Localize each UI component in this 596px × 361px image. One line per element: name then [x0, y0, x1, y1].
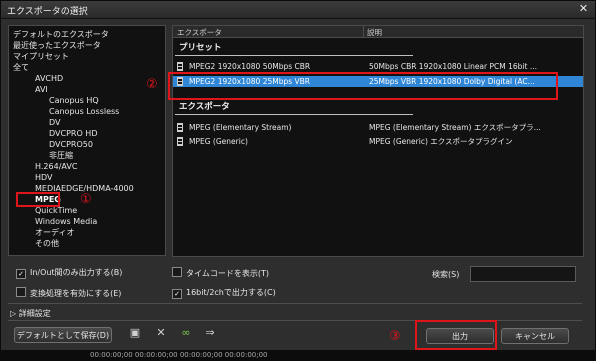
tree-item-default[interactable]: デフォルトのエクスポータ — [13, 29, 109, 40]
status-strip: 00:00:00;00 00:00:00;00 00:00:00;00 00:0… — [0, 350, 596, 361]
exporter-icon — [177, 123, 183, 132]
preset-row[interactable]: MPEG2 1920x1080 50Mbps CBR 50Mbps CBR 19… — [173, 61, 583, 72]
highlight-box-preset — [168, 72, 558, 100]
inout-only-checkbox[interactable]: ✓ In/Out間のみ出力する(B) — [16, 267, 122, 279]
title-bar: エクスポータの選択 ✕ — [1, 1, 595, 19]
checkbox-icon — [16, 287, 26, 297]
check-icon: ✓ — [16, 269, 26, 279]
exporter-row[interactable]: MPEG (Generic) MPEG (Generic) エクスポータプラグイ… — [173, 136, 583, 147]
tree-item-avi[interactable]: AVI — [35, 84, 48, 95]
highlight-box-mpeg — [16, 192, 60, 207]
column-description[interactable]: 説明 — [367, 27, 382, 38]
exporter-description: MPEG (Elementary Stream) エクスポータプラ... — [369, 123, 541, 132]
search-input[interactable] — [470, 266, 576, 282]
show-timecode-label: タイムコードを表示(T) — [186, 269, 269, 278]
annotation-marker-1: ① — [80, 192, 92, 207]
tree-item-hdv[interactable]: HDV — [35, 172, 53, 183]
preset-section-title: プリセット — [179, 43, 222, 53]
preset-description: 50Mbps CBR 1920x1080 Linear PCM 16bit ..… — [369, 62, 537, 71]
tree-item-recent[interactable]: 最近使ったエクスポータ — [13, 40, 101, 51]
cancel-button[interactable]: キャンセル — [501, 328, 569, 344]
delete-icon[interactable]: ✕ — [154, 326, 168, 340]
output-16bit-label: 16bit/2chで出力する(C) — [186, 288, 276, 297]
column-exporter[interactable]: エクスポータ — [177, 27, 222, 38]
tree-item-windows-media[interactable]: Windows Media — [35, 216, 97, 227]
output-16bit-checkbox[interactable]: ✓ 16bit/2chで出力する(C) — [172, 287, 276, 299]
exporter-name: MPEG (Generic) — [189, 137, 248, 146]
tree-item-dvcpro-hd[interactable]: DVCPRO HD — [49, 128, 97, 139]
tree-item-audio[interactable]: オーディオ — [35, 227, 74, 238]
tree-item-canopus-lossless[interactable]: Canopus Lossless — [49, 106, 119, 117]
highlight-box-output — [415, 320, 497, 350]
save-icon[interactable]: ▣ — [128, 326, 142, 340]
annotation-marker-3: ③ — [389, 329, 401, 344]
checkbox-icon — [172, 267, 182, 277]
exporter-name: MPEG (Elementary Stream) — [189, 123, 292, 132]
check-icon: ✓ — [172, 289, 182, 299]
tree-item-dvcpro50[interactable]: DVCPRO50 — [49, 139, 93, 150]
tree-item-all[interactable]: 全て — [13, 62, 29, 73]
advanced-settings-toggle[interactable]: ▷ 詳細設定 — [10, 308, 51, 319]
divider — [8, 303, 582, 304]
exporter-list[interactable]: エクスポータ 説明 プリセット MPEG2 1920x1080 50Mbps C… — [172, 25, 584, 257]
link-icon[interactable]: ∞ — [179, 326, 193, 340]
exporter-description: MPEG (Generic) エクスポータプラグイン — [369, 137, 513, 146]
tree-item-h264[interactable]: H.264/AVC — [35, 161, 77, 172]
tree-item-uncompressed[interactable]: 非圧縮 — [49, 150, 73, 161]
tree-item-dv[interactable]: DV — [49, 117, 61, 128]
enable-conversion-checkbox[interactable]: 変換処理を有効にする(E) — [16, 287, 121, 299]
preset-name: MPEG2 1920x1080 50Mbps CBR — [189, 62, 311, 71]
tree-item-my-presets[interactable]: マイプリセット — [13, 51, 69, 62]
show-timecode-checkbox[interactable]: タイムコードを表示(T) — [172, 267, 269, 279]
dialog-title: エクスポータの選択 — [7, 7, 88, 17]
export-preset-icon[interactable]: ⇒ — [203, 326, 217, 340]
category-tree[interactable]: デフォルトのエクスポータ 最近使ったエクスポータ マイプリセット 全て AVCH… — [8, 25, 166, 256]
close-icon[interactable]: ✕ — [577, 3, 590, 15]
search-label: 検索(S) — [432, 270, 460, 279]
save-as-default-button[interactable]: デフォルトとして保存(D) — [14, 327, 112, 343]
tree-item-avchd[interactable]: AVCHD — [35, 73, 63, 84]
tree-item-other[interactable]: その他 — [35, 238, 59, 249]
exporter-section-title: エクスポータ — [179, 102, 230, 112]
expand-triangle-icon: ▷ — [10, 309, 17, 318]
inout-only-label: In/Out間のみ出力する(B) — [30, 268, 123, 277]
list-header: エクスポータ 説明 — [173, 26, 583, 38]
annotation-marker-2: ② — [146, 77, 158, 92]
column-separator[interactable] — [363, 26, 364, 37]
exporter-row[interactable]: MPEG (Elementary Stream) MPEG (Elementar… — [173, 122, 583, 133]
enable-conversion-label: 変換処理を有効にする(E) — [30, 289, 122, 298]
tree-item-canopus-hq[interactable]: Canopus HQ — [49, 95, 99, 106]
status-text: 00:00:00;00 00:00:00;00 00:00:00;00 00:0… — [90, 351, 268, 359]
exporter-divider — [175, 114, 413, 115]
preset-divider — [175, 55, 413, 56]
preset-icon — [177, 62, 183, 71]
advanced-settings-label: 詳細設定 — [18, 309, 51, 318]
exporter-icon — [177, 137, 183, 146]
